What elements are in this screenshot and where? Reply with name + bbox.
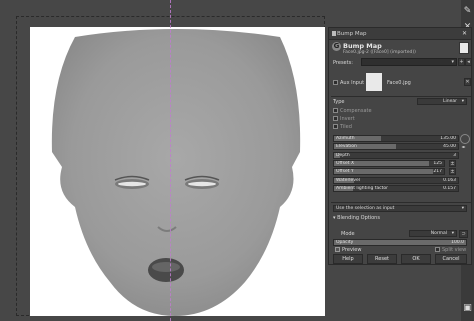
offset-y-label: Offset Y	[336, 169, 354, 174]
compensate-label: Compensate	[340, 108, 372, 114]
offset-y-spin-button[interactable]: ±	[449, 168, 456, 175]
close-icon[interactable]: ✕	[461, 30, 468, 37]
split-view-checkbox[interactable]	[435, 247, 440, 252]
offset-x-spin-button[interactable]: ±	[449, 160, 456, 167]
preset-menu-button[interactable]: ◂	[465, 58, 472, 66]
dock-tab-icon[interactable]: ▣	[462, 303, 473, 314]
face-image	[51, 29, 301, 316]
chevron-down-icon: ▾	[461, 99, 464, 104]
preview-option[interactable]: Preview	[335, 247, 361, 253]
blending-label: Blending Options	[337, 215, 380, 221]
ambient-value: 0.157	[443, 186, 456, 191]
offset-x-slider[interactable]: Offset X 125	[333, 160, 445, 167]
elevation-slider[interactable]: Elevation 45.00	[333, 143, 459, 150]
aux-input-row[interactable]: Aux Input	[333, 80, 364, 86]
offset-y-slider[interactable]: Offset Y 217	[333, 168, 445, 175]
preview-label: Preview	[342, 247, 362, 253]
waterlevel-slider[interactable]: Waterlevel 0.163	[333, 177, 459, 184]
mode-value: Normal	[430, 231, 447, 236]
type-label: Type	[333, 99, 345, 105]
azimuth-label: Azimuth	[336, 136, 355, 141]
opacity-value: 100.0	[451, 240, 464, 245]
mode-label: Mode	[341, 231, 355, 237]
window-icon	[332, 31, 336, 36]
separator	[331, 202, 471, 203]
cancel-button[interactable]: Cancel	[435, 254, 467, 264]
offset-x-value: 125	[433, 161, 442, 166]
add-preset-button[interactable]: +	[458, 58, 465, 66]
ambient-slider[interactable]: Ambient lighting factor 0.157	[333, 185, 459, 192]
opacity-slider[interactable]: Opacity 100.0	[333, 239, 467, 246]
depth-slider[interactable]: Depth 3	[333, 152, 459, 159]
offset-x-label: Offset X	[336, 161, 355, 166]
filter-name: Bump Map	[343, 42, 382, 50]
preview-checkbox[interactable]	[335, 247, 340, 252]
gimp-logo-icon: G	[332, 42, 341, 51]
compensate-checkbox[interactable]	[333, 108, 338, 113]
presets-label: Presets:	[333, 60, 353, 66]
elevation-label: Elevation	[336, 144, 357, 149]
compensate-option[interactable]: Compensate	[333, 108, 372, 114]
azimuth-slider[interactable]: Azimuth 135.00	[333, 135, 459, 142]
invert-option[interactable]: Invert	[333, 116, 355, 122]
vertical-guide[interactable]	[170, 0, 171, 321]
offset-y-value: 217	[433, 169, 442, 174]
type-value: Linear	[443, 99, 457, 104]
brush-icon[interactable]: ✎	[462, 6, 473, 17]
aux-input-thumbnail[interactable]	[365, 72, 383, 92]
reset-button[interactable]: Reset	[367, 254, 397, 264]
azimuth-value: 135.00	[440, 136, 456, 141]
dialog-titlebar[interactable]: Bump Map ✕	[329, 28, 471, 40]
opacity-label: Opacity	[336, 240, 354, 245]
chevron-down-icon: ▾	[461, 206, 464, 211]
composite-mode-button[interactable]: ⊃	[459, 230, 468, 238]
bump-map-dialog: Bump Map ✕ G Bump Map Face0.jpg-2 ([Face…	[328, 27, 472, 265]
elevation-spin-icon[interactable]: ◂▸	[460, 143, 467, 150]
chevron-down-icon: ▾	[451, 59, 454, 65]
aux-clear-button[interactable]: ✕	[464, 78, 471, 86]
invert-label: Invert	[340, 116, 355, 122]
depth-value: 3	[453, 153, 456, 158]
opacity-fill	[334, 240, 466, 245]
presets-combo[interactable]: ▾	[361, 58, 457, 66]
help-button[interactable]: Help	[333, 254, 363, 264]
selection-combo[interactable]: Use the selection as input ▾	[333, 205, 467, 212]
separator	[331, 96, 471, 97]
ok-button[interactable]: OK	[401, 254, 431, 264]
mouth	[148, 258, 184, 282]
mode-combo[interactable]: Normal ▾	[409, 230, 457, 237]
image-name: Face0.jpg-2 ([Face0] (imported))	[343, 50, 416, 55]
type-combo[interactable]: Linear ▾	[417, 98, 467, 105]
aux-input-checkbox[interactable]	[333, 80, 338, 85]
waterlevel-label: Waterlevel	[336, 178, 361, 183]
selection-value: Use the selection as input	[336, 206, 395, 211]
aux-input-label: Aux Input	[340, 80, 365, 86]
tiled-label: Tiled	[340, 124, 352, 130]
elevation-value: 45.00	[443, 144, 456, 149]
blending-options-header[interactable]: ▾ Blending Options	[333, 215, 380, 221]
depth-label: Depth	[336, 153, 350, 158]
window-title: Bump Map	[337, 31, 367, 37]
ambient-label: Ambient lighting factor	[336, 186, 388, 191]
invert-checkbox[interactable]	[333, 116, 338, 121]
tiled-checkbox[interactable]	[333, 124, 338, 129]
image-thumbnail	[459, 42, 469, 54]
split-view-option[interactable]: Split view	[435, 247, 466, 253]
split-view-label: Split view	[442, 247, 467, 253]
chevron-down-icon: ▾	[451, 231, 454, 236]
aux-input-file: Face0.jpg	[387, 80, 411, 86]
waterlevel-value: 0.163	[443, 178, 456, 183]
tiled-option[interactable]: Tiled	[333, 124, 352, 130]
